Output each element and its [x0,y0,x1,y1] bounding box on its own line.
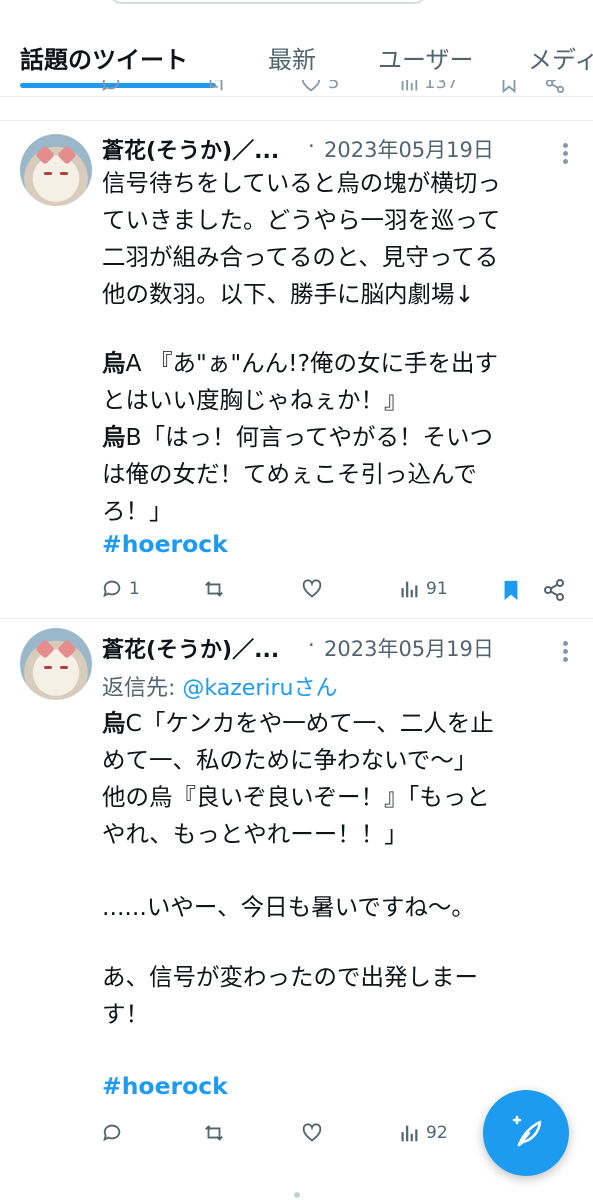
bookmark-icon[interactable] [498,80,520,94]
retweet-button[interactable] [202,578,226,600]
views-button[interactable]: 91 [398,578,448,600]
dot-separator: · [308,134,315,158]
tweet-text-line: やれ、もっとやれーー！！」 [102,820,408,848]
tweet-text-line: めて一、私のために争わないで〜」 [102,746,478,774]
reply-icon [103,1124,121,1142]
views-count: 91 [426,579,448,599]
bookmark-filled-icon [504,580,518,601]
tweet-text-line: ......いやー、今日も暑いですね〜。 [102,893,475,921]
heart-icon [302,1123,322,1142]
tweet-text-line: 烏A 『あ"ぁ"んん!?俺の女に手を出す [102,349,499,377]
tweet-date[interactable]: 2023年05月19日 [324,134,494,164]
bookmark-button[interactable] [500,578,522,602]
retweet-icon [205,1125,223,1141]
display-name[interactable]: 蒼花(そうか)／... [102,632,279,664]
tweet-text-line: 二羽が組み合ってるのと、見守ってる [102,243,499,271]
views-icon[interactable] [398,80,420,94]
tweet-text-line: 烏B「はっ！何言ってやがる！そいつ [102,423,493,451]
retweet-icon [205,581,223,597]
tab-latest[interactable]: 最新 [268,40,316,75]
share-icon[interactable] [544,80,566,94]
previous-tweet-actions: 5 137 [0,80,593,102]
views-count: 137 [424,80,459,93]
display-name[interactable]: 蒼花(そうか)／... [102,133,279,165]
like-count: 5 [328,80,340,93]
compose-feather-icon [512,1115,542,1147]
tweet-text-line: 烏C「ケンカをや一めて一、二人を止 [102,709,494,737]
tweet-text-line: 他の数羽。以下、勝手に脳内劇場↓ [102,280,475,308]
avatar[interactable] [20,134,92,206]
like-button[interactable] [300,1122,324,1144]
retweet-button[interactable] [202,1122,226,1144]
reply-count: 1 [129,579,140,599]
tweet-text-line: あ、信号が変わったので出発しまー [102,963,478,991]
hashtag-link[interactable]: #hoerock [102,530,228,558]
tweet-text-line: す！ [102,1000,149,1028]
tweet-text-line: 信号待ちをしていると烏の塊が横切っ [102,169,501,197]
tab-users[interactable]: ユーザー [378,40,474,75]
avatar[interactable] [20,628,92,700]
tab-top-tweets[interactable]: 話題のツイート [20,40,188,75]
share-button[interactable] [542,578,566,602]
tweet-date[interactable]: 2023年05月19日 [324,633,494,663]
search-bar-edge[interactable] [108,0,428,4]
speaker-label: 烏 [102,709,126,737]
tweet-text-line: とはいい度胸じゃねぇか！』 [102,386,408,414]
replying-to: 返信先: @kazeriruさん [102,670,338,702]
speaker-label: 烏 [102,349,126,377]
dot-separator: · [308,633,315,657]
share-icon [544,579,564,601]
hashtag-link[interactable]: #hoerock [102,1072,228,1100]
scroll-indicator [294,1192,300,1198]
tweet-divider [0,120,593,121]
views-button[interactable]: 92 [398,1122,448,1144]
views-icon [401,1125,418,1142]
tweet-divider [0,618,593,619]
like-button[interactable] [300,578,324,600]
tweet-text-line: 他の烏『良いぞ良いぞー！』「もっと [102,783,490,811]
tweet-text-line: ていきました。どうやら一羽を巡って [102,206,501,234]
compose-tweet-button[interactable] [483,1090,569,1176]
speaker-label: 烏 [102,423,126,451]
reply-icon[interactable] [100,80,122,94]
views-count: 92 [426,1123,448,1143]
reply-button[interactable] [101,1122,129,1144]
tweet-text-line: は俺の女だ！てめぇこそ引っ込んで [102,460,477,488]
tab-media[interactable]: メディア [528,40,593,75]
reply-icon [103,580,121,598]
reply-button[interactable]: 1 [101,578,140,600]
more-options-icon[interactable] [561,140,569,167]
like-icon[interactable] [300,80,322,94]
tweet-text-line: ろ！」 [102,497,173,525]
heart-icon [302,579,322,598]
replying-to-label: 返信先: [102,676,183,701]
mention-link[interactable]: @kazeriruさん [182,676,337,701]
retweet-icon[interactable] [205,80,227,94]
views-icon [401,581,418,598]
more-options-icon[interactable] [561,638,569,665]
